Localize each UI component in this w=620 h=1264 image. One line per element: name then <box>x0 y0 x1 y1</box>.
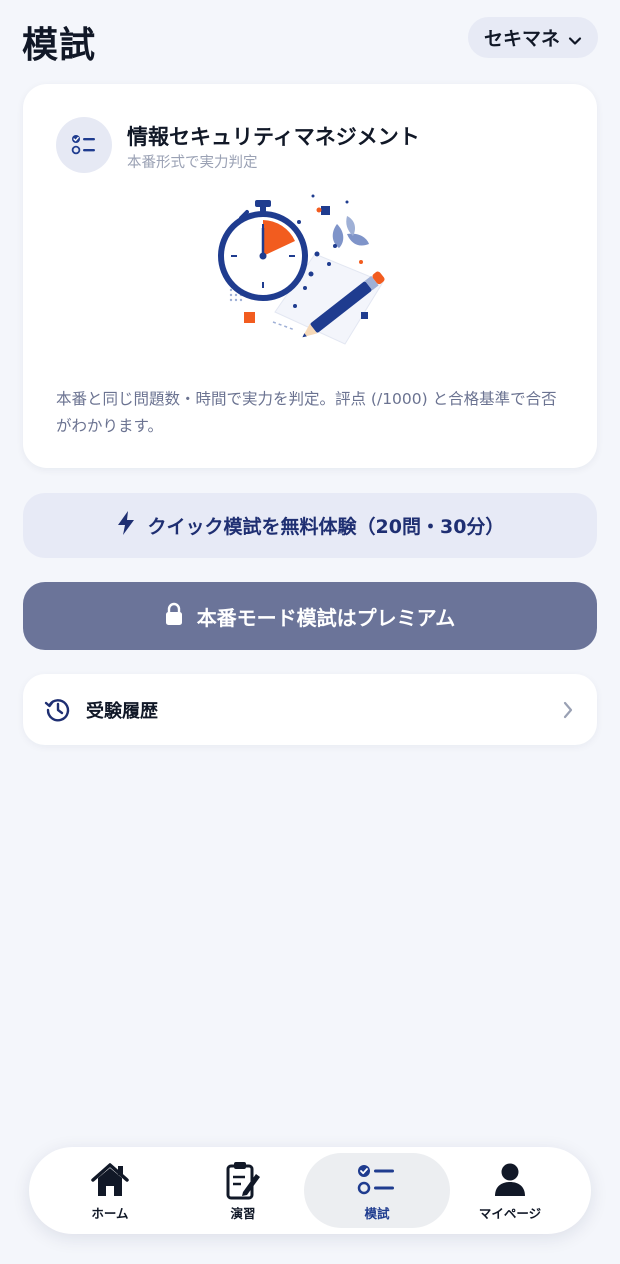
nav-item-my-page[interactable]: マイページ <box>437 1153 583 1228</box>
exam-card-description: 本番と同じ問題数・時間で実力を判定。評点 (/1000) と合格基準で合否がわか… <box>56 390 557 435</box>
bottom-navigation: ホーム 演習 模試 マイページ <box>29 1147 591 1234</box>
checklist-icon <box>356 1159 398 1201</box>
nav-item-home[interactable]: ホーム <box>37 1153 183 1228</box>
premium-mode-button[interactable]: 本番モード模試はプレミアム <box>23 582 597 650</box>
stopwatch-and-pencil-illustration <box>218 194 385 345</box>
exam-card: 情報セキュリティマネジメント 本番形式で実力判定 本番と同じ問題数・時間で実力を… <box>23 84 597 468</box>
quick-exam-button-label: クイック模試を無料体験（20問・30分） <box>147 516 505 538</box>
lightning-icon <box>116 510 136 541</box>
nav-label-my-page: マイページ <box>478 1206 542 1221</box>
exam-selector[interactable]: セキマネ <box>467 17 598 58</box>
chevron-right-icon <box>561 700 575 720</box>
exam-selector-value: セキマネ <box>483 28 560 50</box>
mock-exam-screen: 模試 セキマネ 情報セキュリティマネジメント 本番形式で実力判定 本番と同じ問題… <box>0 0 620 1264</box>
premium-mode-button-label: 本番モード模試はプレミアム <box>196 605 456 630</box>
nav-item-mock-exam[interactable]: 模試 <box>304 1153 450 1228</box>
nav-item-practice[interactable]: 演習 <box>170 1153 316 1228</box>
page-title: 模試 <box>22 25 97 66</box>
nav-label-practice: 演習 <box>230 1206 256 1221</box>
exam-history-label: 受験履歴 <box>86 701 158 722</box>
clipboard-edit-icon <box>222 1159 264 1201</box>
nav-label-home: ホーム <box>91 1206 129 1221</box>
exam-card-subtitle: 本番形式で実力判定 <box>127 155 258 171</box>
user-icon <box>489 1159 531 1201</box>
exam-card-title: 情報セキュリティマネジメント <box>127 125 420 149</box>
exam-history-row[interactable]: 受験履歴 <box>23 674 597 745</box>
checklist-icon <box>56 117 112 173</box>
nav-label-mock-exam: 模試 <box>364 1206 390 1221</box>
chevron-down-icon <box>568 31 582 45</box>
lock-icon <box>165 602 183 631</box>
history-icon <box>44 696 72 724</box>
header: 模試 セキマネ <box>0 0 620 80</box>
home-icon <box>89 1159 131 1201</box>
quick-exam-button[interactable]: クイック模試を無料体験（20問・30分） <box>23 493 597 558</box>
